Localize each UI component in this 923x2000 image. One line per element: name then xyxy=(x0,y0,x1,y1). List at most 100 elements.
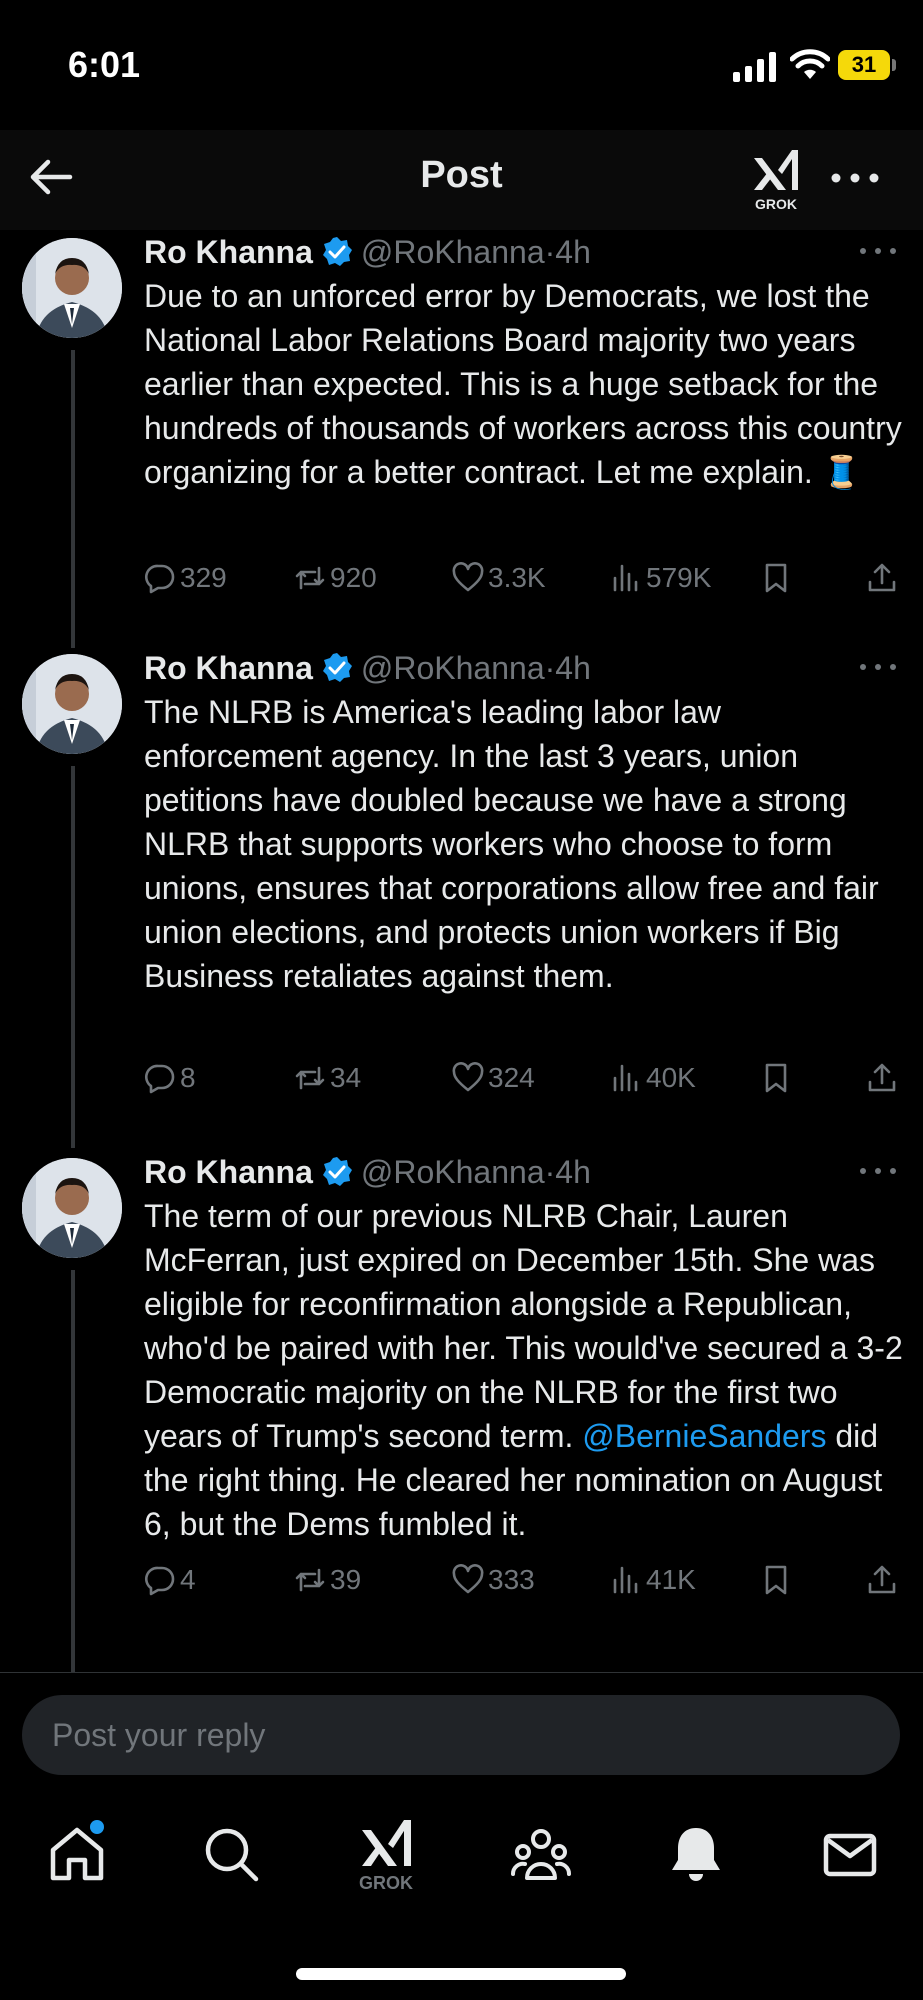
heart-icon xyxy=(452,1564,484,1594)
more-options-icon[interactable] xyxy=(828,158,882,198)
reply-count: 8 xyxy=(180,1062,196,1093)
repost-icon xyxy=(295,1568,325,1592)
reply-count: 4 xyxy=(180,1564,196,1595)
bottom-tab-bar: GROK xyxy=(0,1792,923,2000)
author-name[interactable]: Ro Khanna xyxy=(144,1154,313,1191)
views-icon xyxy=(613,564,638,592)
like-count: 324 xyxy=(488,1062,535,1093)
top-nav: Post GROK xyxy=(0,130,923,230)
bookmark-icon xyxy=(765,563,787,593)
views-icon xyxy=(613,1064,638,1092)
like-button[interactable]: 3.3K xyxy=(452,556,546,600)
like-button[interactable]: 324 xyxy=(452,1056,535,1100)
repost-button[interactable]: 34 xyxy=(294,1056,361,1100)
repost-count: 920 xyxy=(330,562,377,593)
views-button[interactable]: 40K xyxy=(610,1056,696,1100)
repost-count: 39 xyxy=(330,1564,362,1595)
heart-icon xyxy=(452,562,484,592)
like-count: 333 xyxy=(488,1564,535,1595)
post[interactable]: Ro Khanna @RoKhanna · 4h Due to an unfor… xyxy=(0,230,923,650)
tab-grok[interactable]: GROK xyxy=(354,1814,418,1900)
reply-input[interactable]: Post your reply xyxy=(22,1695,900,1775)
post-text: Due to an unforced error by Democrats, w… xyxy=(144,278,902,490)
post-time[interactable]: 4h xyxy=(555,234,591,271)
author-handle[interactable]: @RoKhanna xyxy=(361,650,545,687)
share-button[interactable] xyxy=(866,556,902,600)
status-time: 6:01 xyxy=(68,44,141,85)
reply-icon xyxy=(145,1566,175,1596)
bookmark-button[interactable] xyxy=(760,556,796,600)
author-name[interactable]: Ro Khanna xyxy=(144,234,313,271)
post-header: Ro Khanna @RoKhanna · 4h xyxy=(144,230,591,274)
repost-button[interactable]: 920 xyxy=(294,556,377,600)
views-button[interactable]: 41K xyxy=(610,1558,696,1602)
tab-notifications[interactable] xyxy=(664,1822,728,1886)
grok-button[interactable]: GROK xyxy=(748,144,804,214)
battery-icon: 31 xyxy=(838,50,896,80)
home-indicator xyxy=(296,1968,626,1980)
grok-label: GROK xyxy=(755,196,797,212)
verified-badge-icon xyxy=(322,1157,352,1186)
bookmark-icon xyxy=(765,1063,787,1093)
verified-badge-icon xyxy=(322,653,352,682)
share-button[interactable] xyxy=(866,1056,902,1100)
avatar[interactable] xyxy=(22,654,122,754)
views-count: 41K xyxy=(646,1564,696,1595)
avatar[interactable] xyxy=(22,238,122,338)
post[interactable]: Ro Khanna @RoKhanna · 4h The NLRB is Ame… xyxy=(0,646,923,1146)
post-text: The NLRB is America's leading labor law … xyxy=(144,694,879,994)
post-actions: 329 920 3.3K 579K xyxy=(144,556,904,600)
post-more-icon[interactable] xyxy=(858,244,898,258)
home-notification-dot xyxy=(90,1820,104,1834)
search-icon xyxy=(205,1828,259,1882)
bookmark-button[interactable] xyxy=(760,1558,796,1602)
avatar[interactable] xyxy=(22,1158,122,1258)
repost-button[interactable]: 39 xyxy=(294,1558,361,1602)
separator: · xyxy=(544,649,556,686)
post-header: Ro Khanna @RoKhanna · 4h xyxy=(144,646,591,690)
reply-bar: Post your reply xyxy=(0,1672,923,1793)
grok-tab-label: GROK xyxy=(359,1873,413,1893)
author-handle[interactable]: @RoKhanna xyxy=(361,234,545,271)
bookmark-icon xyxy=(765,1565,787,1595)
heart-icon xyxy=(452,1062,484,1092)
tab-messages[interactable] xyxy=(818,1822,882,1886)
mention-link[interactable]: @BernieSanders xyxy=(582,1418,826,1454)
separator: · xyxy=(544,233,556,270)
post-more-icon[interactable] xyxy=(858,660,898,674)
reply-icon xyxy=(145,564,175,594)
views-icon xyxy=(613,1566,638,1594)
bookmark-button[interactable] xyxy=(760,1056,796,1100)
author-name[interactable]: Ro Khanna xyxy=(144,650,313,687)
reply-button[interactable]: 329 xyxy=(144,556,227,600)
communities-icon xyxy=(511,1829,571,1880)
post-more-icon[interactable] xyxy=(858,1164,898,1178)
signal-icon xyxy=(733,52,776,82)
verified-badge-icon xyxy=(322,237,352,266)
post-text-part: The term of our previous NLRB Chair, Lau… xyxy=(144,1198,903,1454)
share-icon xyxy=(868,1063,896,1092)
bell-icon xyxy=(672,1828,720,1881)
reply-count: 329 xyxy=(180,562,227,593)
post[interactable]: Ro Khanna @RoKhanna · 4h The term of our… xyxy=(0,1150,923,1672)
post-time[interactable]: 4h xyxy=(555,650,591,687)
repost-icon xyxy=(295,566,325,590)
grok-icon xyxy=(754,150,798,190)
post-time[interactable]: 4h xyxy=(555,1154,591,1191)
post-text: The term of our previous NLRB Chair, Lau… xyxy=(144,1194,904,1546)
tab-communities[interactable] xyxy=(509,1822,573,1886)
reply-button[interactable]: 8 xyxy=(144,1056,196,1100)
repost-count: 34 xyxy=(330,1062,362,1093)
repost-icon xyxy=(295,1066,325,1090)
share-icon xyxy=(868,563,896,592)
tab-search[interactable] xyxy=(199,1822,263,1886)
thread-feed: Ro Khanna @RoKhanna · 4h Due to an unfor… xyxy=(0,230,923,1672)
reply-button[interactable]: 4 xyxy=(144,1558,196,1602)
share-button[interactable] xyxy=(866,1558,902,1602)
author-handle[interactable]: @RoKhanna xyxy=(361,1154,545,1191)
views-button[interactable]: 579K xyxy=(610,556,711,600)
post-actions: 8 34 324 40K xyxy=(144,1056,904,1100)
status-bar: 6:01 31 xyxy=(0,0,923,130)
like-count: 3.3K xyxy=(488,562,546,593)
like-button[interactable]: 333 xyxy=(452,1558,535,1602)
